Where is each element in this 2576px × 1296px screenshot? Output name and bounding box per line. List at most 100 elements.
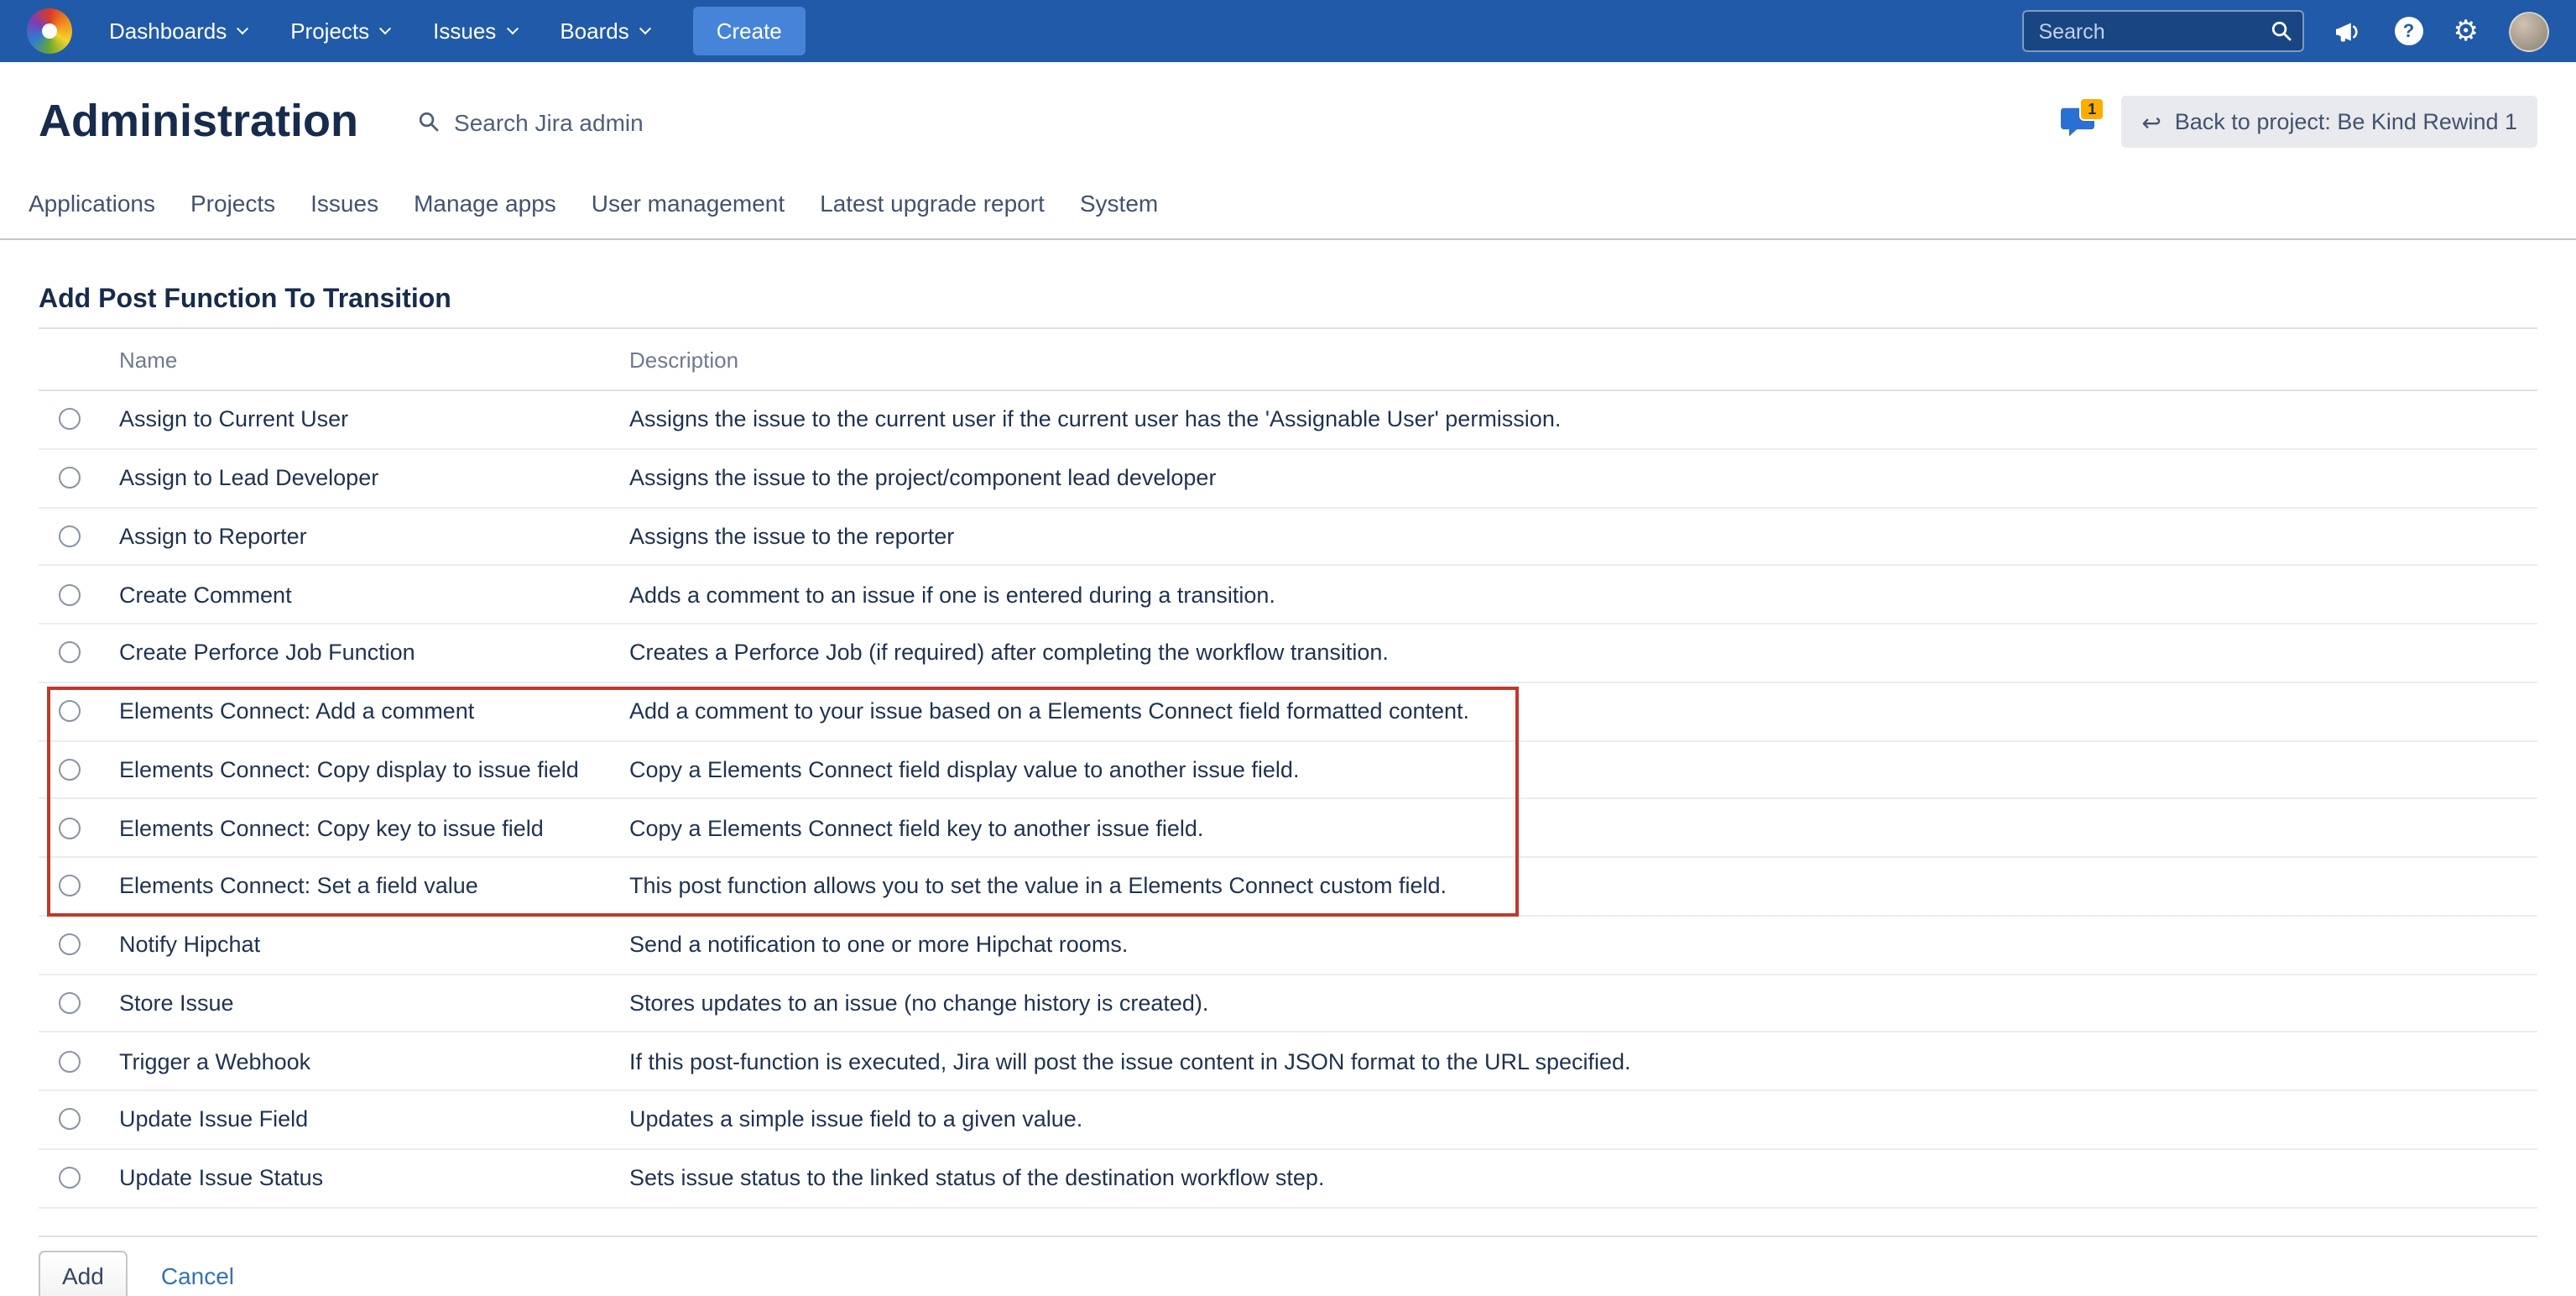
post-function-radio[interactable] [59, 1109, 81, 1131]
return-arrow-icon: ↩ [2141, 110, 2161, 133]
post-function-description: Copy a Elements Connect field display va… [629, 757, 2537, 782]
notification-badge: 1 [2079, 97, 2104, 122]
post-function-description: Stores updates to an issue (no change hi… [629, 990, 2537, 1016]
table-row: Assign to Current User Assigns the issue… [39, 391, 2537, 450]
post-function-radio[interactable] [59, 759, 81, 781]
post-function-name: Update Issue Status [119, 1165, 629, 1190]
post-function-table: Assign to Current User Assigns the issue… [39, 391, 2537, 1208]
chevron-down-icon [237, 23, 248, 34]
post-function-name: Assign to Lead Developer [119, 465, 629, 490]
post-function-name: Elements Connect: Add a comment [119, 698, 629, 724]
post-function-name: Assign to Reporter [119, 524, 629, 549]
chevron-down-icon [506, 23, 518, 34]
admin-tabs: Applications Projects Issues Manage apps… [0, 168, 2576, 240]
nav-boards-label: Boards [560, 18, 628, 44]
footer-actions: Add Cancel [39, 1250, 2537, 1296]
post-function-name: Trigger a Webhook [119, 1048, 629, 1074]
tab-system[interactable]: System [1080, 190, 1158, 217]
tab-projects[interactable]: Projects [190, 190, 275, 217]
help-icon[interactable]: ? [2395, 17, 2423, 45]
jira-logo[interactable] [27, 8, 72, 54]
admin-search-input[interactable] [451, 107, 786, 137]
announcement-megaphone-icon[interactable] [2334, 18, 2365, 44]
navbar-right: ? ⚙ [2022, 10, 2550, 52]
post-function-radio[interactable] [59, 409, 81, 431]
admin-header: Administration 1 ↩ Back to project: Be K… [0, 62, 2576, 168]
post-function-radio[interactable] [59, 700, 81, 722]
cancel-link[interactable]: Cancel [161, 1262, 234, 1288]
post-function-radio[interactable] [59, 525, 81, 547]
admin-header-right: 1 ↩ Back to project: Be Kind Rewind 1 [2059, 96, 2537, 148]
column-header-name: Name [119, 347, 629, 372]
table-row: Create Perforce Job Function Creates a P… [39, 624, 2537, 683]
table-row: Elements Connect: Copy display to issue … [39, 741, 2537, 800]
nav-boards[interactable]: Boards [560, 18, 649, 44]
post-function-description: If this post-function is executed, Jira … [629, 1048, 2537, 1074]
nav-dashboards[interactable]: Dashboards [109, 18, 247, 44]
page: Dashboards Projects Issues Boards Create… [0, 0, 2576, 1296]
page-title: Administration [39, 96, 358, 148]
table-row: Elements Connect: Add a comment Add a co… [39, 683, 2537, 742]
table-row: Notify Hipchat Send a notification to on… [39, 917, 2537, 975]
post-function-description: Sets issue status to the linked status o… [629, 1165, 2537, 1190]
nav-issues-label: Issues [433, 18, 496, 44]
admin-search [417, 107, 786, 137]
post-function-name: Create Perforce Job Function [119, 640, 629, 666]
search-icon [417, 111, 439, 133]
chevron-down-icon [379, 23, 391, 34]
table-row: Assign to Lead Developer Assigns the iss… [39, 450, 2537, 509]
table-row: Update Issue Status Sets issue status to… [39, 1150, 2537, 1209]
global-search [2022, 10, 2304, 52]
feedback-bubble-icon[interactable]: 1 [2059, 105, 2096, 138]
post-function-description: Assigns the issue to the current user if… [629, 407, 2537, 432]
column-header-description: Description [629, 347, 2537, 372]
section-heading: Add Post Function To Transition [39, 285, 2537, 329]
post-function-radio[interactable] [59, 875, 81, 897]
post-function-description: Updates a simple issue field to a given … [629, 1107, 2537, 1132]
post-function-name: Elements Connect: Set a field value [119, 874, 629, 899]
post-function-description: Creates a Perforce Job (if required) aft… [629, 640, 2537, 666]
table-row: Update Issue Field Updates a simple issu… [39, 1091, 2537, 1150]
search-icon[interactable] [2271, 20, 2292, 42]
post-function-radio[interactable] [59, 583, 81, 605]
settings-gear-icon[interactable]: ⚙ [2453, 17, 2480, 45]
add-button[interactable]: Add [39, 1250, 128, 1296]
table-row: Assign to Reporter Assigns the issue to … [39, 508, 2537, 567]
post-function-name: Create Comment [119, 582, 629, 607]
table-row: Create Comment Adds a comment to an issu… [39, 567, 2537, 625]
nav-dashboards-label: Dashboards [109, 18, 227, 44]
post-function-radio[interactable] [59, 933, 81, 955]
table-row: Elements Connect: Copy key to issue fiel… [39, 800, 2537, 859]
table-row: Trigger a Webhook If this post-function … [39, 1033, 2537, 1092]
nav-projects[interactable]: Projects [290, 18, 389, 44]
table-row: Store Issue Stores updates to an issue (… [39, 975, 2537, 1033]
tab-latest-upgrade-report[interactable]: Latest upgrade report [820, 190, 1045, 217]
main-content: Add Post Function To Transition Name Des… [0, 285, 2576, 1296]
back-to-project-button[interactable]: ↩ Back to project: Be Kind Rewind 1 [2121, 96, 2537, 148]
table-row: Elements Connect: Set a field value This… [39, 858, 2537, 917]
post-function-description: Copy a Elements Connect field key to ano… [629, 815, 2537, 840]
post-function-radio[interactable] [59, 467, 81, 489]
post-function-radio[interactable] [59, 642, 81, 664]
nav-projects-label: Projects [290, 18, 369, 44]
post-function-radio[interactable] [59, 817, 81, 839]
post-function-description: This post function allows you to set the… [629, 874, 2537, 899]
tab-user-management[interactable]: User management [592, 190, 785, 217]
avatar[interactable] [2509, 11, 2549, 51]
post-function-name: Elements Connect: Copy display to issue … [119, 757, 629, 782]
tab-applications[interactable]: Applications [29, 190, 155, 217]
tab-issues[interactable]: Issues [310, 190, 378, 217]
post-function-description: Add a comment to your issue based on a E… [629, 698, 2537, 724]
global-search-input[interactable] [2022, 10, 2304, 52]
footer-divider [39, 1235, 2537, 1236]
post-function-radio[interactable] [59, 1050, 81, 1072]
create-button[interactable]: Create [693, 7, 806, 55]
post-function-radio[interactable] [59, 992, 81, 1014]
post-function-description: Send a notification to one or more Hipch… [629, 932, 2537, 957]
table-header: Name Description [39, 329, 2537, 391]
tab-manage-apps[interactable]: Manage apps [414, 190, 556, 217]
post-function-radio[interactable] [59, 1167, 81, 1189]
nav-issues[interactable]: Issues [433, 18, 516, 44]
post-function-description: Assigns the issue to the reporter [629, 524, 2537, 549]
post-function-name: Update Issue Field [119, 1107, 629, 1132]
